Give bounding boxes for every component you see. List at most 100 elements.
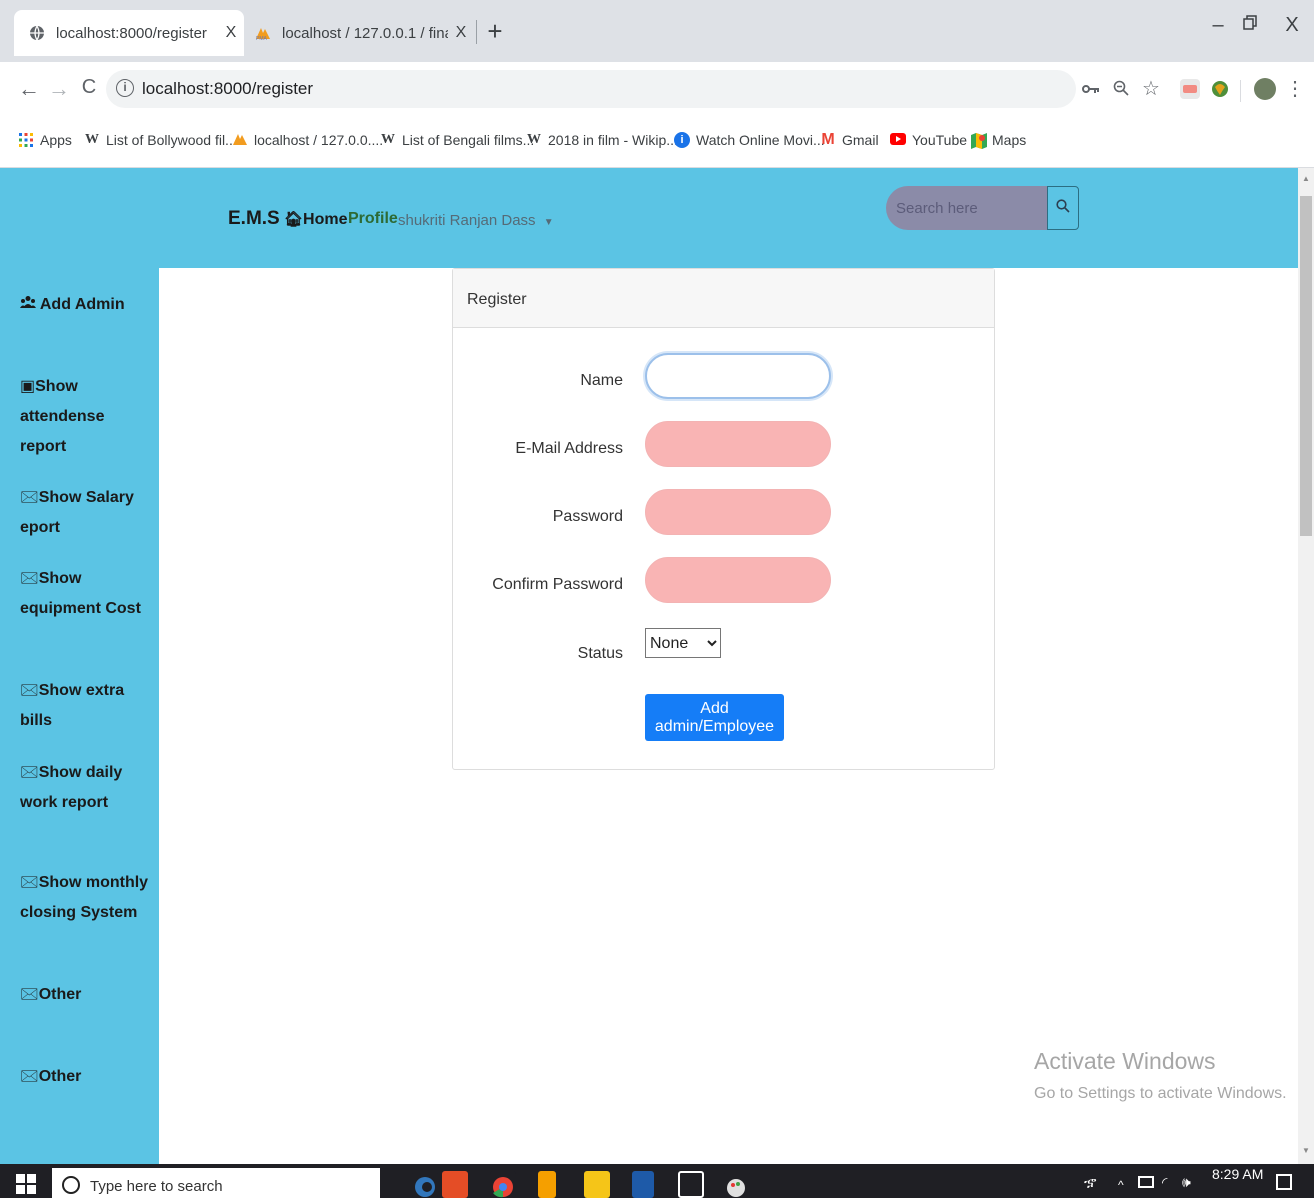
confirm-password-input[interactable] [645,557,831,603]
envelope-icon: 🖂 [20,489,39,506]
bookmark-label: localhost / 127.0.0.... [254,132,384,148]
address-url[interactable]: localhost:8000/register [142,79,313,99]
powershell-app-icon[interactable] [632,1171,654,1198]
scrollbar-thumb[interactable] [1300,196,1312,536]
sidebar-item-label: Other [38,986,82,1003]
address-bar[interactable]: i localhost:8000/register [106,70,1076,108]
paint-app-icon[interactable] [724,1171,750,1198]
tab-phpmyadmin[interactable]: PMA localhost / 127.0.0.1 / final_proje … [246,10,474,56]
restore-icon[interactable] [1238,14,1262,37]
wikipedia-icon: W [381,132,395,147]
info-icon: i [674,132,690,148]
nav-home-link[interactable]: 🏠︎Home [284,210,348,229]
bookmark-star-icon[interactable]: ☆ [1140,76,1162,101]
status-select[interactable]: None [645,628,721,658]
user-dropdown[interactable]: shukriti Ranjan Dass ▼ [398,212,554,229]
file-explorer-icon[interactable] [584,1171,610,1198]
page-scrollbar[interactable]: ▲ ▼ [1298,168,1314,1164]
brand-link[interactable]: E.M.S [228,208,280,230]
password-label: Password [552,508,623,525]
bookmarks-bar: Apps W List of Bollywood fil... localhos… [0,118,1314,168]
name-input[interactable] [645,353,831,399]
search-button[interactable] [1047,186,1079,230]
taskbar-clock[interactable]: 8:29 AM [1212,1166,1263,1182]
bookmark-maps[interactable]: Maps [970,132,1027,149]
caret-down-icon: ▼ [543,217,554,228]
sidebar-item-salary-report[interactable]: 🖂Show Salary eport [20,483,150,543]
extension-icon[interactable] [1180,79,1200,99]
bookmark-phpmyadmin[interactable]: localhost / 127.0.0.... [232,132,383,148]
bookmark-watch-online[interactable]: i Watch Online Movi... [674,132,825,148]
taskbar-search-box[interactable]: Type here to search [52,1168,380,1198]
minimize-icon[interactable]: – [1206,14,1230,37]
home-icon: 🏠︎ [284,211,304,228]
bookmark-label: 2018 in film - Wikip... [548,132,678,148]
bookmark-label: Watch Online Movi... [696,132,825,148]
globe-icon [28,24,46,42]
sidebar-item-label: Show equipment Cost [20,570,141,617]
bookmark-label: List of Bengali films... [402,132,535,148]
profile-avatar[interactable] [1254,78,1276,100]
close-window-icon[interactable]: X [1280,14,1304,37]
watermark-subtitle: Go to Settings to activate Windows. [1034,1085,1287,1102]
forward-icon[interactable]: → [46,76,72,102]
add-admin-employee-button[interactable]: Add admin/Employee [645,694,784,741]
photos-app-icon[interactable] [678,1171,704,1198]
close-tab-icon[interactable]: X [218,24,244,42]
nav-profile-link[interactable]: Profile [348,210,398,228]
chrome-app-icon[interactable] [490,1171,516,1198]
scroll-down-arrow-icon[interactable]: ▼ [1302,1146,1310,1155]
tray-chevron-up-icon[interactable]: ^ [1118,1178,1124,1192]
sidebar-item-other[interactable]: 🖂Other [20,1062,150,1092]
bookmark-apps[interactable]: Apps [18,132,72,148]
bookmark-bollywood[interactable]: W List of Bollywood fil... [84,132,237,148]
new-tab-button[interactable]: + [482,16,508,47]
sidebar-item-attendance-report[interactable]: ▣Show attendense report [20,372,150,462]
bookmark-label: Maps [992,132,1027,148]
back-icon[interactable]: ← [16,76,42,102]
bookmark-bengali[interactable]: W List of Bengali films... [380,132,534,148]
windows-start-icon[interactable] [16,1174,38,1196]
reload-icon[interactable]: C [76,76,102,99]
sidebar-item-extra-bills[interactable]: 🖂Show extra bills [20,676,150,736]
envelope-icon: 🖂 [20,682,39,699]
card-header: Register [453,269,994,328]
volume-icon[interactable]: 🕪︎ [1182,1174,1191,1191]
sidebar-item-daily-work-report[interactable]: 🖂Show daily work report [20,758,150,818]
wifi-icon[interactable]: ◜ [1162,1174,1167,1191]
tab-register[interactable]: localhost:8000/register X [14,10,244,56]
menu-dots-icon[interactable]: ⋮ [1284,76,1306,101]
zoom-icon[interactable] [1110,80,1132,101]
sidebar-item-add-admin[interactable]: Add Admin [20,290,150,320]
network-people-icon[interactable]: ኇ [1084,1174,1096,1191]
extension-icon[interactable] [1210,79,1230,99]
search-input[interactable] [886,186,1048,230]
sidebar-item-other[interactable]: 🖂Other [20,980,150,1010]
envelope-icon: 🖂 [20,570,39,587]
bookmark-gmail[interactable]: M Gmail [820,132,878,149]
battery-icon[interactable] [1138,1176,1154,1188]
password-input[interactable] [645,489,831,535]
sidebar-item-monthly-closing[interactable]: 🖂Show monthly closing System [20,868,150,928]
edge-app-icon[interactable] [412,1171,438,1198]
xampp-app-icon[interactable] [442,1171,468,1198]
maps-icon [970,132,987,149]
svg-text:PMA: PMA [256,36,268,41]
sublime-app-icon[interactable] [538,1171,556,1198]
close-tab-icon[interactable]: X [448,24,474,42]
envelope-icon: 🖂 [20,874,39,891]
search-icon [1056,198,1070,218]
email-input[interactable] [645,421,831,467]
bookmark-2018-film[interactable]: W 2018 in film - Wikip... [526,132,678,148]
bookmark-youtube[interactable]: YouTube [890,132,967,148]
site-info-icon[interactable]: i [116,79,134,97]
scroll-up-arrow-icon[interactable]: ▲ [1302,174,1310,183]
action-center-icon[interactable] [1276,1174,1292,1190]
key-icon[interactable] [1080,80,1102,100]
sidebar-item-label: Other [38,1068,82,1085]
sidebar-item-equipment-cost[interactable]: 🖂Show equipment Cost [20,564,150,624]
envelope-icon: 🖂 [20,764,39,781]
envelope-icon: 🖂 [20,1068,39,1085]
microphone-icon[interactable]: ǁ [358,1174,365,1192]
taskbar-search-placeholder: Type here to search [90,1178,223,1195]
